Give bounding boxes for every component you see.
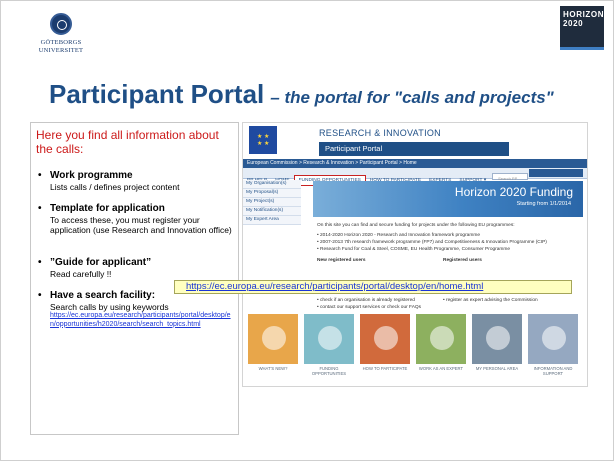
item-title: Work programme [50, 170, 133, 181]
slide-title: Participant Portal – the portal for "call… [49, 79, 554, 110]
left-nav-item[interactable]: My Proposal(s) [243, 189, 301, 198]
tile-funding-opportunities[interactable]: FUNDING OPPORTUNITIES [303, 313, 355, 385]
list-item-search: • Have a search facility: Search calls b… [36, 290, 233, 329]
tile-caption: WHAT'S NEW? [258, 366, 288, 371]
arrows-icon [318, 326, 342, 350]
tile-caption: WORK AS AN EXPERT [418, 366, 464, 371]
registered-users-heading: Registered users [443, 258, 482, 263]
badge-accent-bar [560, 47, 604, 50]
info-panel: Here you find all information about the … [30, 122, 239, 435]
tile-caption: FUNDING OPPORTUNITIES [311, 366, 347, 376]
tile-information-support[interactable]: INFORMATION AND SUPPORT [527, 313, 579, 385]
item-title: Template for application [50, 203, 165, 214]
portal-home-url[interactable]: https://ec.europa.eu/research/participan… [174, 280, 572, 294]
portal-nav: PP HELPHOMEFUNDING OPPORTUNITIESHOW TO P… [243, 168, 587, 186]
university-logo: GÖTEBORGS UNIVERSITET [29, 13, 93, 69]
portal-intro-text: On this site you can find and secure fun… [317, 223, 515, 228]
tile-whats-new[interactable]: WHAT'S NEW? [247, 313, 299, 385]
bullet-icon: • [38, 257, 42, 268]
login-button[interactable] [529, 169, 583, 177]
search-input[interactable]: Search PP [492, 173, 529, 181]
banner-subtitle: Starting from 1/1/2014 [516, 201, 571, 207]
slide: GÖTEBORGS UNIVERSITET HORIZON 2020 Parti… [0, 0, 614, 461]
list-item-work-programme: • Work programme Lists calls / defines p… [36, 170, 233, 192]
list-item-template: • Template for application To access the… [36, 203, 233, 235]
portal-screenshot: RESEARCH & INNOVATION Participant Portal… [242, 122, 588, 387]
search-topics-link[interactable]: https://ec.europa.eu/research/participan… [50, 312, 233, 329]
programme-bullet: • 2007-2013 7th research framework progr… [317, 240, 547, 245]
portal-left-nav: My Organisation(s) My Proposal(s) My Pro… [243, 180, 301, 225]
network-icon [262, 326, 286, 350]
intro-text: Here you find all information about the … [36, 128, 219, 156]
portal-tiles: WHAT'S NEW? FUNDING OPPORTUNITIES HOW TO… [247, 313, 587, 385]
footer-bullet: • contact our support services or check … [317, 305, 422, 310]
tile-work-as-expert[interactable]: WORK AS AN EXPERT [415, 313, 467, 385]
bullet-icon: • [38, 203, 42, 214]
item-title: ”Guide for applicant” [50, 257, 152, 268]
title-subtitle: – the portal for "calls and projects" [270, 88, 554, 107]
horizon-2020-badge: HORIZON 2020 [560, 6, 604, 50]
left-nav-item[interactable]: My Notification(s) [243, 207, 301, 216]
university-name: GÖTEBORGS UNIVERSITET [38, 39, 84, 54]
item-desc: Lists calls / defines project content [50, 182, 180, 192]
programme-bullet: • Research Fund for Coal & Steel, COSME,… [317, 247, 511, 252]
portal-header-title: RESEARCH & INNOVATION [319, 128, 441, 138]
bullet-icon: • [38, 290, 42, 301]
item-desc: To access these, you must register your … [50, 215, 232, 235]
portal-header: RESEARCH & INNOVATION Participant Portal [243, 123, 587, 159]
funding-banner: Horizon 2020 Funding Starting from 1/1/2… [313, 181, 583, 217]
columns-icon [374, 326, 398, 350]
badge-line-2: 2020 [563, 19, 584, 28]
left-nav-item[interactable]: My Organisation(s) [243, 180, 301, 189]
left-nav-item[interactable]: My Expert Area [243, 216, 301, 225]
bullet-icon: • [38, 170, 42, 181]
tile-caption: INFORMATION AND SUPPORT [533, 366, 573, 376]
tile-how-to-participate[interactable]: HOW TO PARTICIPATE [359, 313, 411, 385]
item-desc: Read carefully !! [50, 269, 112, 279]
title-main: Participant Portal [49, 79, 265, 109]
breadcrumb: European Commission > Research & Innovat… [243, 159, 587, 168]
programme-bullet: • 2014-2020 Horizon 2020 - Research and … [317, 233, 480, 238]
info-icon [542, 326, 566, 350]
badge-line-1: HORIZON [563, 10, 605, 19]
tile-caption: HOW TO PARTICIPATE [362, 366, 408, 371]
tile-caption: MY PERSONAL AREA [475, 366, 519, 371]
portal-header-subtitle: Participant Portal [319, 142, 509, 156]
new-users-heading: New registered users [317, 258, 366, 263]
item-desc: Search calls by using keywords [50, 302, 169, 312]
tile-my-personal-area[interactable]: MY PERSONAL AREA [471, 313, 523, 385]
banner-title: Horizon 2020 Funding [454, 185, 573, 199]
list-item-guide: • ”Guide for applicant” Read carefully !… [36, 257, 233, 279]
eu-flag-icon [249, 126, 277, 154]
keyboard-icon [486, 326, 510, 350]
university-seal-icon [50, 13, 72, 35]
footer-bullet: • check if an organisation is already re… [317, 298, 415, 303]
left-nav-item[interactable]: My Project(s) [243, 198, 301, 207]
footer-bullet: • register as expert advising the Commis… [443, 298, 538, 303]
head-icon [430, 326, 454, 350]
